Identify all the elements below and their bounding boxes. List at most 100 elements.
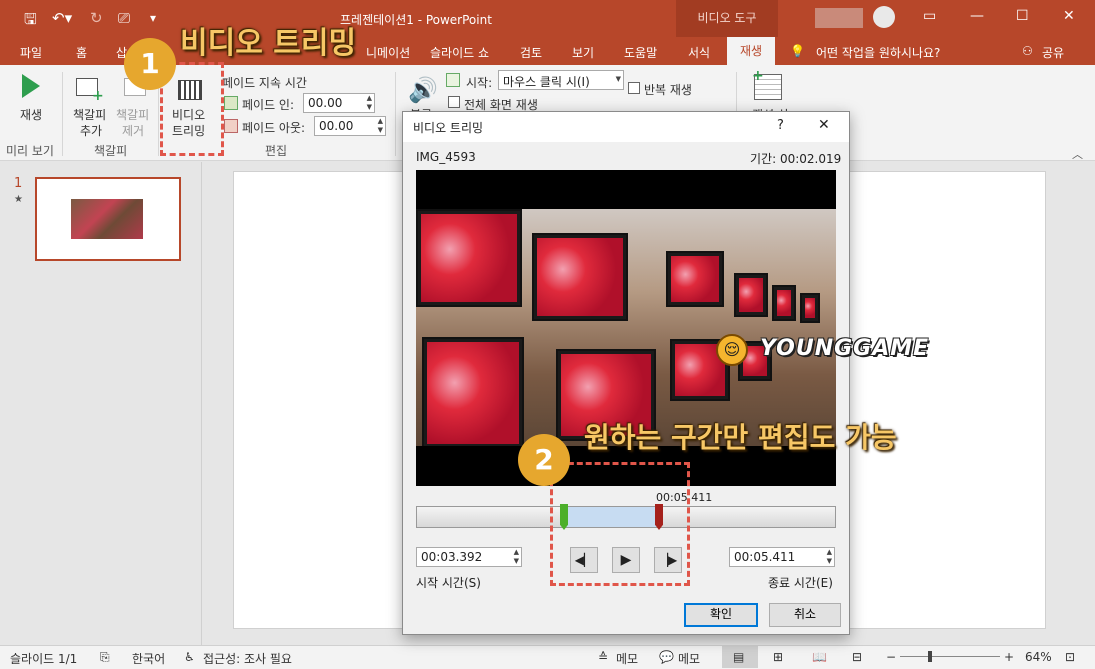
spinner-arrows-icon[interactable]: ▲ ▼ xyxy=(378,117,383,135)
end-time-value: 00:05.411 xyxy=(734,550,796,564)
accessibility-status[interactable]: 접근성: 조사 필요 xyxy=(203,650,292,667)
spellcheck-icon[interactable]: ⎘ xyxy=(100,650,110,665)
tab-file[interactable]: 파일 xyxy=(20,44,42,61)
end-time-label: 종료 시간(E) xyxy=(768,576,833,590)
dropdown-arrow-icon[interactable]: ▼ xyxy=(616,75,621,84)
dialog-help-button[interactable]: ? xyxy=(777,118,784,133)
zoom-out-button[interactable]: − xyxy=(886,650,896,664)
minimize-icon[interactable]: — xyxy=(970,8,984,24)
accessibility-icon[interactable]: ♿ xyxy=(184,650,195,664)
maximize-icon[interactable]: ☐ xyxy=(1016,8,1029,24)
tell-me-search[interactable]: 어떤 작업을 원하시나요? xyxy=(816,44,940,61)
start-time-spinner[interactable]: 00:03.392 ▲ ▼ xyxy=(416,547,522,567)
group-edit-label: 편집 xyxy=(265,144,288,158)
present-icon[interactable]: ⎚ xyxy=(118,9,130,27)
language[interactable]: 한국어 xyxy=(132,650,165,667)
fade-out-label: 페이드 아웃: xyxy=(242,121,306,135)
animation-star-icon: ★ xyxy=(14,194,23,205)
comments-button[interactable]: 메모 xyxy=(678,650,700,667)
spinner-arrows-icon[interactable]: ▲ ▼ xyxy=(514,548,519,566)
ok-button[interactable]: 확인 xyxy=(684,603,758,627)
fade-in-value: 00.00 xyxy=(308,96,343,110)
video-frame xyxy=(416,209,836,446)
start-value: 마우스 클릭 시(I) xyxy=(503,75,590,89)
step-badge-1: 1 xyxy=(124,38,176,90)
start-dropdown[interactable]: 마우스 클릭 시(I) ▼ xyxy=(498,70,624,90)
start-time-label: 시작 시간(S) xyxy=(416,576,481,590)
collapse-ribbon-icon[interactable]: ︿ xyxy=(1072,146,1083,162)
emoji-face-icon: 😌 xyxy=(716,334,748,366)
tab-format[interactable]: 서식 xyxy=(688,44,710,61)
avatar[interactable] xyxy=(873,6,895,28)
tab-animations[interactable]: 니메이션 xyxy=(366,44,410,61)
watermark-text: YOUNGGAME xyxy=(760,336,930,361)
separator xyxy=(395,72,396,156)
spinner-arrows-icon[interactable]: ▲ ▼ xyxy=(827,548,832,566)
fade-in-spinner[interactable]: 00.00 ▲ ▼ xyxy=(303,93,375,113)
remove-bookmark-label-2: 제거 xyxy=(122,124,145,138)
add-bookmark-label-1[interactable]: 책갈피 xyxy=(73,106,106,123)
spinner-arrows-icon[interactable]: ▲ ▼ xyxy=(367,94,372,112)
video-filename: IMG_4593 xyxy=(416,150,476,164)
play-button-label[interactable]: 재생 xyxy=(20,106,42,123)
qat-more-icon[interactable]: ▾ xyxy=(150,11,156,25)
group-preview-label: 미리 보기 xyxy=(6,144,54,158)
slideshow-view-icon[interactable]: ⊟ xyxy=(852,650,862,664)
tab-view[interactable]: 보기 xyxy=(572,44,594,61)
fade-in-icon xyxy=(224,96,238,110)
video-duration: 기간: 00:02.019 xyxy=(750,152,842,166)
close-window-icon[interactable]: ✕ xyxy=(1063,8,1075,24)
zoom-in-button[interactable]: + xyxy=(1004,650,1014,664)
comments-icon[interactable]: 💬 xyxy=(659,650,674,664)
tab-home[interactable]: 홈 xyxy=(76,44,87,61)
lightbulb-icon: 💡 xyxy=(790,44,805,58)
tv-display xyxy=(666,251,724,307)
undo-icon[interactable]: ↶▾ xyxy=(52,9,72,27)
play-icon[interactable] xyxy=(22,74,40,98)
tv-display xyxy=(532,233,628,321)
tab-playback[interactable]: 재생 xyxy=(727,37,775,66)
zoom-level[interactable]: 64% xyxy=(1025,650,1052,664)
fade-in-label: 페이드 인: xyxy=(242,98,295,112)
tab-review[interactable]: 검토 xyxy=(520,44,542,61)
zoom-slider-thumb[interactable] xyxy=(928,651,932,662)
cancel-button[interactable]: 취소 xyxy=(769,603,841,627)
redo-icon: ↻ xyxy=(90,9,103,27)
separator xyxy=(62,72,63,156)
dialog-title: 비디오 트리밍 xyxy=(413,121,484,135)
fade-duration-label: 페이드 지속 시간 xyxy=(222,76,307,90)
group-bookmark-label: 책갈피 xyxy=(94,144,128,158)
ribbon-display-icon[interactable]: ▭ xyxy=(923,8,936,24)
share-button[interactable]: 공유 xyxy=(1042,44,1064,61)
remove-bookmark-label-1: 책갈피 xyxy=(116,108,150,122)
slide-thumbnail[interactable] xyxy=(35,177,181,261)
notes-icon[interactable]: ≙ xyxy=(598,650,608,664)
reading-view-icon[interactable]: 📖 xyxy=(812,650,827,664)
highlight-box-controls xyxy=(550,462,690,586)
dialog-close-button[interactable]: ✕ xyxy=(818,117,830,133)
start-icon xyxy=(446,73,460,87)
notes-button[interactable]: 메모 xyxy=(616,650,638,667)
plus-icon: + xyxy=(752,68,764,84)
slide-sorter-icon[interactable]: ⊞ xyxy=(773,650,783,664)
tv-display xyxy=(800,293,820,323)
start-time-value: 00:03.392 xyxy=(421,550,483,564)
normal-view-icon[interactable]: ▤ xyxy=(733,650,744,664)
fit-slide-icon[interactable]: ⊡ xyxy=(1065,650,1075,664)
fade-out-icon xyxy=(224,119,238,133)
window-title: 프레젠테이션1 - PowerPoint xyxy=(340,13,492,27)
tab-help[interactable]: 도움말 xyxy=(624,44,657,61)
zoom-slider-track[interactable] xyxy=(900,656,1000,657)
tv-display xyxy=(416,209,522,307)
fullscreen-checkbox[interactable] xyxy=(448,96,460,108)
annotation-title-1: 비디오 트리밍 xyxy=(180,26,357,61)
tv-display xyxy=(734,273,768,317)
volume-icon[interactable]: 🔊 xyxy=(408,76,438,104)
end-time-spinner[interactable]: 00:05.411 ▲ ▼ xyxy=(729,547,835,567)
tab-slideshow[interactable]: 슬라이드 쇼 xyxy=(430,44,489,61)
loop-checkbox[interactable] xyxy=(628,82,640,94)
add-bookmark-label-2[interactable]: 추가 xyxy=(80,122,102,139)
save-icon[interactable]: 🖫 xyxy=(24,9,37,34)
fade-out-spinner[interactable]: 00.00 ▲ ▼ xyxy=(314,116,386,136)
share-icon[interactable]: ⚇ xyxy=(1022,44,1033,58)
